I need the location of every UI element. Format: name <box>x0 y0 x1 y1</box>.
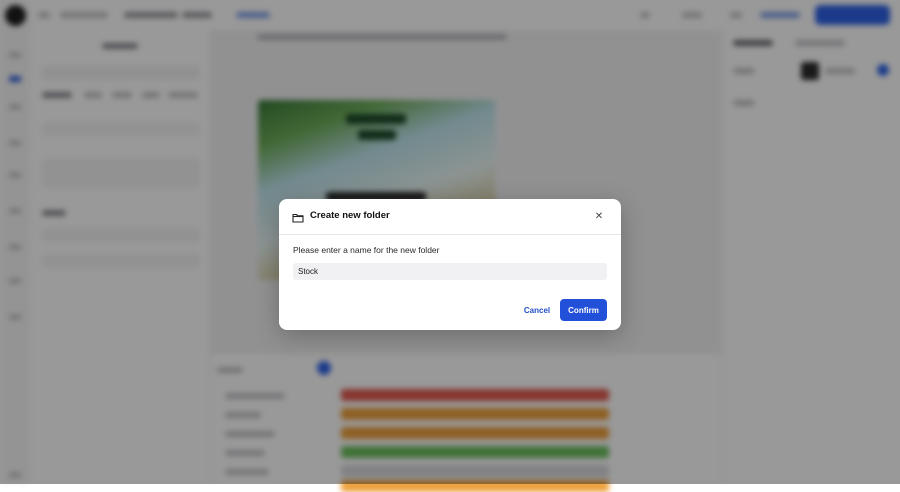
close-icon[interactable]: ✕ <box>592 209 606 223</box>
dialog-prompt: Please enter a name for the new folder <box>293 245 440 255</box>
folder-icon <box>292 211 304 223</box>
confirm-button[interactable]: Confirm <box>560 299 607 321</box>
folder-name-input[interactable] <box>293 263 607 280</box>
dialog-header: Create new folder ✕ <box>279 199 621 235</box>
dialog-title: Create new folder <box>310 210 390 221</box>
cancel-button[interactable]: Cancel <box>517 300 557 320</box>
create-folder-dialog: Create new folder ✕ Please enter a name … <box>279 199 621 330</box>
